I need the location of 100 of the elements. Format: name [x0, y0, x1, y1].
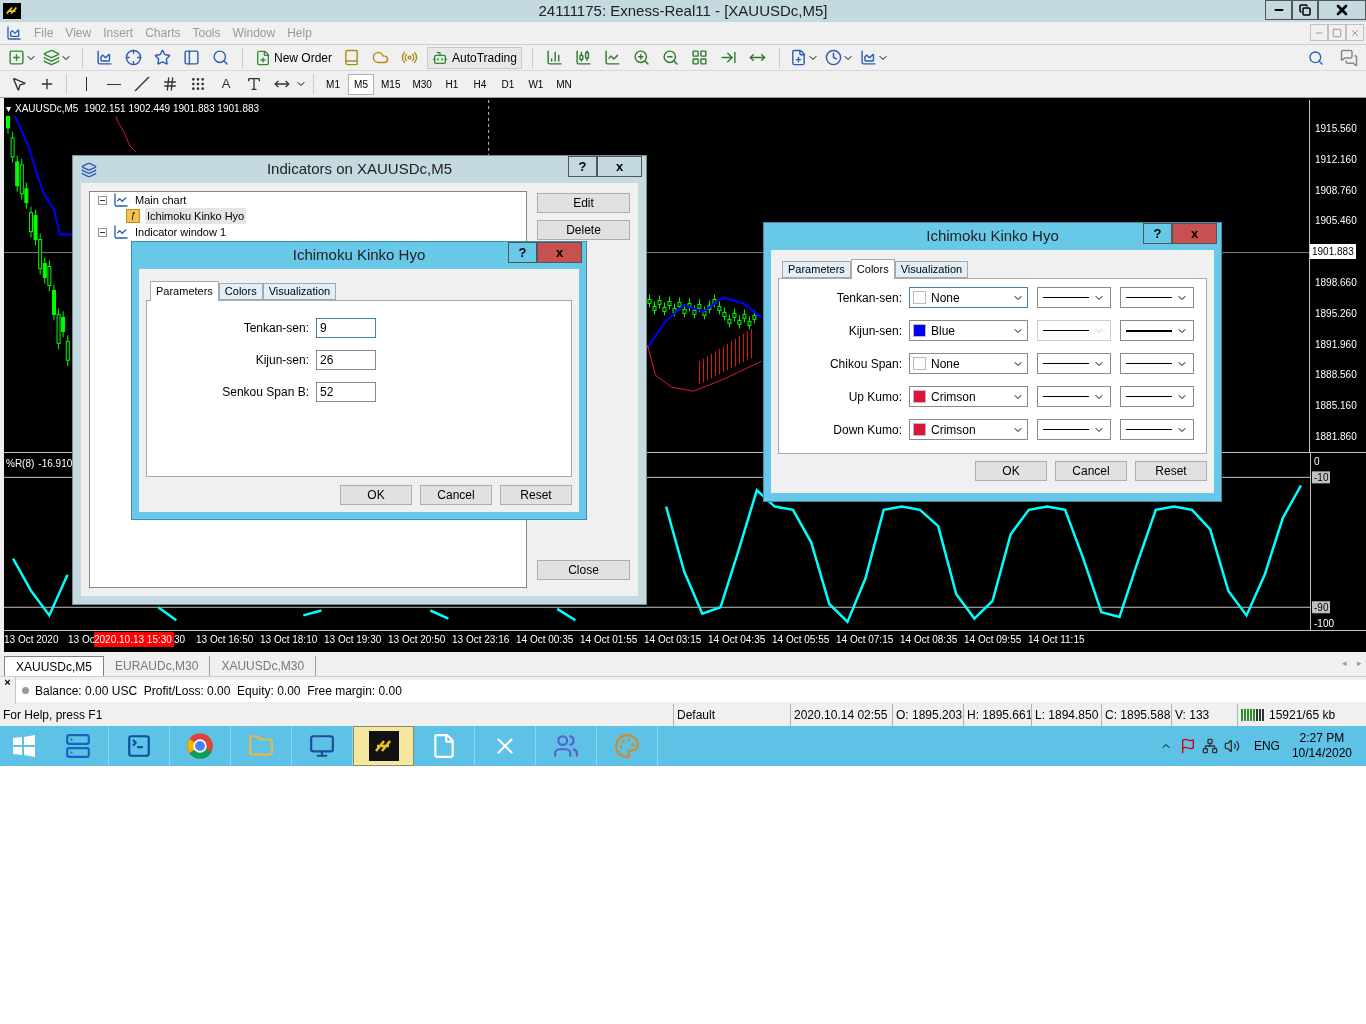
line-style-dropdown[interactable] [1037, 419, 1111, 440]
window-title: 24111175: Exness-Real11 - [XAUUSDc,M5] [537, 0, 829, 21]
chart-window-icon[interactable] [96, 49, 113, 66]
x-button[interactable]: x [1172, 223, 1217, 244]
candlestick-icon[interactable] [574, 49, 592, 66]
line-style-dropdown[interactable] [1037, 386, 1111, 407]
tree-item[interactable]: Indicator window 1 [135, 226, 227, 238]
dialog-tab[interactable]: Parameters [782, 261, 851, 278]
dialog-tab[interactable]: Visualization [894, 261, 969, 278]
dialog-tab[interactable]: Colors [218, 283, 263, 300]
axis-tick-label: 0 [1314, 455, 1320, 467]
flag-icon[interactable] [1179, 738, 1196, 754]
timeframe-button[interactable]: H4 [466, 73, 493, 95]
timeframe-button[interactable]: H1 [438, 73, 465, 95]
line-width-dropdown[interactable] [1120, 386, 1194, 407]
signal-icon[interactable] [401, 49, 418, 66]
restore-button[interactable] [1292, 0, 1318, 20]
taskbar-app[interactable] [353, 726, 414, 766]
area-chart-icon[interactable] [859, 49, 877, 66]
arrow-to-line-icon[interactable] [719, 49, 737, 66]
close-button[interactable] [1318, 0, 1366, 20]
clock[interactable]: 2:27 PM 10/14/2020 [1291, 731, 1352, 761]
collapse-marker[interactable]: ▾ [6, 101, 11, 116]
line-sample-icon [1043, 297, 1089, 298]
magnifier-icon[interactable] [212, 49, 229, 66]
color-dropdown[interactable]: None [909, 353, 1028, 374]
dialog-tab[interactable]: Visualization [262, 283, 337, 300]
line-width-dropdown[interactable] [1120, 419, 1194, 440]
line-style-dropdown[interactable] [1037, 353, 1111, 374]
timeframe-button[interactable]: D1 [494, 73, 521, 95]
book-icon[interactable] [343, 49, 360, 66]
close-button[interactable]: Close [537, 560, 630, 580]
plus-square-icon[interactable] [8, 49, 25, 66]
network-icon[interactable] [1201, 738, 1218, 754]
clock-icon[interactable] [824, 49, 842, 66]
traffic-bars-icon [1241, 709, 1265, 721]
x-button[interactable]: x [597, 156, 642, 177]
collapse-icon[interactable] [98, 195, 107, 205]
line-width-dropdown[interactable] [1120, 320, 1194, 341]
bar-chart-icon[interactable] [545, 49, 563, 66]
color-dropdown[interactable]: Blue [909, 320, 1028, 341]
x-button[interactable]: x [537, 242, 582, 263]
new-order-button[interactable]: New Order [253, 46, 334, 69]
axis-tick-label: -90 [1312, 601, 1330, 614]
dialog-button[interactable]: OK [975, 461, 1047, 481]
chart-window-icon[interactable] [6, 25, 22, 41]
minimize-button[interactable] [1265, 0, 1292, 20]
line-style-dropdown[interactable] [1037, 287, 1111, 308]
price-label: 1885.160 [1314, 399, 1357, 414]
number-field[interactable]: 9 [316, 318, 376, 338]
chat-icon[interactable] [1340, 48, 1358, 67]
cloud-icon[interactable] [372, 49, 389, 66]
text-tool[interactable]: A [213, 73, 239, 95]
folder-icon [248, 733, 274, 759]
timeframe-button[interactable]: W1 [522, 73, 549, 95]
chart-tab[interactable]: XAUUSDc,M5 [4, 656, 104, 676]
line-width-dropdown[interactable] [1120, 353, 1194, 374]
zoom-out-icon[interactable] [661, 49, 679, 66]
dialog-button[interactable]: OK [340, 485, 412, 505]
dialog-button[interactable]: Delete [537, 220, 630, 240]
dialog-button[interactable]: Edit [537, 193, 630, 213]
restore-icon [1299, 4, 1311, 16]
number-field[interactable]: 26 [316, 350, 376, 370]
timeframe-button[interactable]: M1 [320, 73, 346, 95]
dialog-tab[interactable]: Colors [850, 259, 895, 279]
help-button[interactable]: ? [568, 156, 597, 177]
search-icon[interactable] [1308, 49, 1324, 66]
volume-icon[interactable] [1223, 738, 1240, 754]
zoom-in-icon[interactable] [632, 49, 650, 66]
timeframe-button[interactable]: MN [550, 73, 577, 95]
number-field[interactable]: 52 [316, 382, 376, 402]
collapse-icon[interactable] [98, 227, 107, 237]
color-dropdown[interactable]: Crimson [909, 386, 1028, 407]
auto-trading-button[interactable]: AutoTrading [427, 46, 522, 69]
color-dropdown[interactable]: None [909, 287, 1028, 308]
dialog-button[interactable]: Cancel [420, 485, 492, 505]
color-dropdown[interactable]: Crimson [909, 419, 1028, 440]
timeframe-button[interactable]: M5 [348, 73, 374, 95]
dialog-tab[interactable]: Parameters [150, 281, 219, 301]
crosshair-icon[interactable] [125, 49, 142, 66]
file-plus-icon[interactable] [789, 49, 807, 66]
language-indicator[interactable]: ENG [1253, 737, 1280, 755]
layers-icon[interactable] [43, 49, 60, 66]
help-button[interactable]: ? [1143, 223, 1172, 244]
line-chart-icon[interactable] [603, 49, 621, 66]
timeframe-button[interactable]: M30 [407, 73, 437, 95]
dialog-button[interactable]: Reset [1135, 461, 1207, 481]
panel-icon[interactable] [183, 49, 200, 66]
line-width-dropdown[interactable] [1120, 287, 1194, 308]
help-button[interactable]: ? [508, 242, 537, 263]
tree-item[interactable]: Main chart [135, 194, 187, 206]
timeframe-button[interactable]: M15 [376, 73, 406, 95]
dialog-button[interactable]: Reset [500, 485, 572, 505]
time-label: 14 Oct 01:55 [580, 633, 639, 647]
axis-tick-label: -100 [1314, 618, 1334, 629]
tree-item[interactable]: Ichimoku Kinko Hyo [145, 207, 247, 225]
star-icon[interactable] [154, 49, 171, 66]
close-terminal-button[interactable]: × [4, 677, 11, 687]
dialog-button[interactable]: Cancel [1055, 461, 1127, 481]
grid-icon[interactable] [690, 49, 708, 66]
